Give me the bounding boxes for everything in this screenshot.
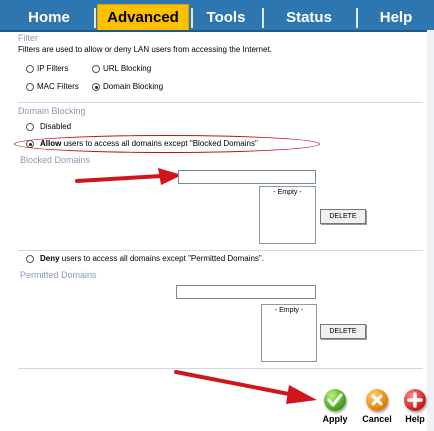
permitted-domains-title: Permitted Domains bbox=[20, 270, 97, 280]
annotation-arrow bbox=[75, 168, 182, 185]
label-url-blocking: URL Blocking bbox=[103, 64, 152, 73]
tab-home[interactable]: Home bbox=[6, 6, 92, 30]
annotation-arrow bbox=[174, 370, 317, 404]
radio-deny[interactable] bbox=[26, 255, 34, 263]
cancel-x-icon bbox=[366, 389, 388, 411]
tab-tools[interactable]: Tools bbox=[194, 6, 258, 30]
permitted-delete-button[interactable]: DELETE bbox=[320, 324, 366, 339]
check-icon bbox=[324, 389, 346, 411]
apply-button[interactable]: Apply bbox=[318, 389, 352, 424]
radio-ip-filters[interactable] bbox=[26, 65, 34, 73]
permitted-domains-list[interactable]: - Empty - bbox=[261, 304, 317, 362]
radio-domain-blocking[interactable] bbox=[92, 83, 100, 91]
blocked-domain-input[interactable] bbox=[178, 170, 316, 184]
filter-section-title: Filter bbox=[18, 33, 38, 43]
tab-status[interactable]: Status bbox=[266, 6, 352, 30]
divider bbox=[18, 102, 423, 103]
tab-advanced[interactable]: Advanced bbox=[97, 4, 189, 30]
tab-separator bbox=[356, 8, 358, 28]
label-deny: Deny users to access all domains except … bbox=[40, 254, 264, 263]
radio-mac-filters[interactable] bbox=[26, 83, 34, 91]
apply-label: Apply bbox=[322, 414, 348, 424]
tab-separator bbox=[262, 8, 264, 28]
label-domain-blocking: Domain Blocking bbox=[103, 82, 164, 91]
deny-bold: Deny bbox=[40, 254, 60, 263]
allow-bold: Allow bbox=[40, 139, 62, 148]
tab-help[interactable]: Help bbox=[362, 6, 430, 30]
top-tab-bar: Home Advanced Tools Status Help bbox=[0, 0, 434, 32]
filter-description: Filters are used to allow or deny LAN us… bbox=[18, 45, 272, 54]
blocked-list-empty: - Empty - bbox=[273, 189, 302, 196]
tab-separator bbox=[191, 8, 193, 28]
blocked-domains-title: Blocked Domains bbox=[20, 155, 91, 165]
label-mac-filters: MAC Filters bbox=[37, 82, 79, 91]
right-edge-strip bbox=[427, 30, 434, 431]
label-disabled: Disabled bbox=[40, 122, 72, 131]
router-admin-page: Home Advanced Tools Status Help Filter F… bbox=[0, 0, 434, 431]
permitted-list-empty: - Empty - bbox=[274, 307, 304, 314]
radio-allow[interactable] bbox=[26, 140, 34, 148]
help-plus-icon bbox=[404, 389, 426, 411]
label-allow: Allow users to access all domains except… bbox=[40, 139, 258, 148]
label-ip-filters: IP Filters bbox=[37, 64, 69, 73]
deny-rest: users to access all domains except "Perm… bbox=[59, 254, 264, 263]
tab-separator bbox=[94, 8, 96, 28]
domain-blocking-title: Domain Blocking bbox=[18, 106, 86, 116]
help-button[interactable]: Help bbox=[398, 389, 432, 424]
cancel-label: Cancel bbox=[362, 414, 392, 424]
cancel-button[interactable]: Cancel bbox=[358, 389, 396, 424]
divider bbox=[18, 250, 423, 251]
help-label: Help bbox=[405, 414, 425, 424]
radio-disabled[interactable] bbox=[26, 123, 34, 131]
radio-url-blocking[interactable] bbox=[92, 65, 100, 73]
permitted-domain-input[interactable] bbox=[176, 285, 316, 299]
blocked-domains-list[interactable]: - Empty - bbox=[259, 186, 316, 244]
allow-rest: users to access all domains except "Bloc… bbox=[61, 139, 258, 148]
blocked-delete-button[interactable]: DELETE bbox=[320, 209, 366, 224]
